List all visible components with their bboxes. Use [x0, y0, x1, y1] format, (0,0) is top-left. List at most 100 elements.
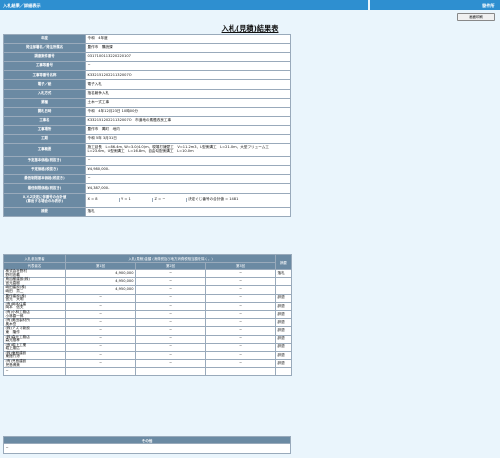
bidder-row: (株)東館建設 東館竹涼 − − − 辞退 [3, 350, 292, 361]
info-row: 入札方式 指名競争入札 [3, 88, 291, 99]
bid-remark: 辞退 [275, 359, 292, 369]
amounts-header: 入札(見積)金額 (消費税及び地方消費税相当額を除く。) [65, 254, 276, 263]
bidder-name: (株)森元工務店 森元推孝 [3, 334, 66, 344]
bid-remark: 辞退 [275, 301, 292, 311]
bid-round-2: − [135, 301, 206, 311]
bid-round-2: − [135, 359, 206, 369]
info-value: 0317100113220220107 [85, 52, 291, 63]
bid-round-1: − [65, 334, 136, 344]
info-value: 令和 5年 3月31日 [85, 134, 291, 145]
info-row: 調達案件番号 0317100113220220107 [3, 52, 291, 63]
info-row: 工事場所 豊作市 萬町 地内 [3, 124, 291, 136]
info-value: 施工延長 L=86.4m, W=3.0(4.0)m，現場打擁壁工 V=11.2m… [85, 143, 291, 158]
info-row: 工事等番号 − [3, 61, 291, 72]
other-section: その他 − [3, 436, 291, 454]
bid-remark: 辞退 [275, 350, 292, 361]
info-row: 工期 令和 5年 3月31日 [3, 134, 291, 145]
xyz-note: 決定ぐじ番号の合計値 = 1481 [188, 197, 239, 202]
round-1-header: 第1回 [65, 261, 136, 270]
bidder-header: 入札参加業者 [3, 254, 66, 263]
bid-round-3: − [205, 342, 276, 352]
top-bar-divider [368, 0, 370, 10]
bid-remark: 辞退 [275, 309, 292, 320]
info-row: 予定基本価格(税抜き) − [3, 156, 291, 167]
page-title: 入札(見積)結果表 [221, 24, 279, 33]
bid-round-1: − [65, 293, 136, 303]
info-label: 発注部署名／発注所属名 [3, 43, 86, 54]
info-value: 令和 4年度 [85, 33, 291, 45]
info-label: 最低制限基本価格(税抜き) [3, 174, 86, 185]
info-value: − [85, 156, 291, 167]
bid-round-2: − [135, 285, 206, 295]
info-value: 豊作市 萬町 地内 [85, 124, 291, 136]
round-3-header: 第3回 [205, 261, 276, 270]
bid-round-1: − [65, 301, 136, 311]
info-label: 開札日時 [3, 106, 86, 117]
bid-round-1: 4,950,000 [65, 277, 136, 287]
bidder-row: (有)奥田製材所 奥木岳 − − − 辞退 [3, 318, 292, 328]
info-label: 最低制限価格(税抜き) [3, 183, 86, 194]
bidder-name: (有)児島建設 児島博美 [3, 359, 66, 369]
info-label: 工事場所 [3, 124, 86, 136]
top-bar-right-label: 發件所 [482, 2, 495, 8]
bid-round-2 [135, 367, 206, 377]
bid-round-2: − [135, 277, 206, 287]
bid-round-3: − [205, 293, 276, 303]
bid-round-3: − [205, 285, 276, 295]
info-row: 工事概要 施工延長 L=86.4m, W=3.0(4.0)m，現場打擁壁工 V=1… [3, 143, 291, 158]
info-row-remarks: 摘要 落札 [3, 206, 291, 217]
info-label: 業種 [3, 97, 86, 108]
info-label: 工事名 [3, 115, 86, 126]
bidder-row: 株式会社野村 野村忠義 4,900,000− − 落札 [3, 268, 292, 279]
bid-remark: 辞退 [275, 293, 292, 303]
xyz-label: X,Y,Z決定に伴番号の合計値 (算出する場合のみ表示) [3, 192, 86, 208]
info-label: 工期 [3, 134, 86, 145]
bidder-row: (有)小林工務店 小林春一郎 − − − 辞退 [3, 309, 292, 320]
bid-round-3: − [205, 334, 276, 344]
info-row: 業種 土木一式工事 [3, 97, 291, 108]
print-screen-button[interactable]: 画面印刷 [457, 13, 495, 21]
xyz-values: X = 8Y = 1Z = − 決定ぐじ番号の合計値 = 1481 [85, 192, 291, 208]
bid-remark [275, 285, 292, 295]
info-label: 調達案件番号 [3, 52, 86, 63]
bidder-row: 嶋田建設(株) 嶋田 貢二 4,950,000− − [3, 285, 292, 295]
info-row-xyz: X,Y,Z決定に伴番号の合計値 (算出する場合のみ表示) X = 8Y = 1Z … [3, 192, 291, 208]
bid-round-2: − [135, 318, 206, 328]
bidder-row: (有)児島建設 児島博美 − − − 辞退 [3, 359, 292, 369]
bid-round-2: − [135, 293, 206, 303]
info-label: 年度 [3, 33, 86, 45]
bid-round-1: − [65, 359, 136, 369]
info-label: 予定基本価格(税抜き) [3, 156, 86, 167]
bidder-row: − [3, 367, 292, 377]
bid-round-1: 4,900,000 [65, 268, 136, 279]
info-row: 最低制限価格(税抜き) ¥4,387,000- [3, 183, 291, 194]
bid-round-2: − [135, 334, 206, 344]
bidder-name: − [3, 367, 66, 377]
info-row: 工事等番号名称 K33215120221132007O [3, 70, 291, 81]
info-value: 豊作市 購読課 [85, 43, 291, 54]
remarks-value: 落札 [85, 206, 291, 217]
bid-remark: 辞退 [275, 326, 292, 336]
info-value: − [85, 174, 291, 185]
bid-round-1: − [65, 326, 136, 336]
bidder-row: (株)アズマ新設 東 隆作 − − − 辞退 [3, 326, 292, 336]
bid-round-1: − [65, 309, 136, 320]
bidder-name: 嶋田建設(株) 嶋田 貢二 [3, 285, 66, 295]
info-value: K33215120221132007O [85, 70, 291, 81]
info-value: 令和 4年12月23日 10時00分 [85, 106, 291, 117]
bidder-row: (有)岡本住建 岡本 信夫 − − − 辞退 [3, 301, 292, 311]
info-row: 最低制限基本価格(税抜き) − [3, 174, 291, 185]
bid-round-1 [65, 367, 136, 377]
info-value: K33215120221132007O 市道地の素鑑改良工事 [85, 115, 291, 126]
bid-round-3: − [205, 359, 276, 369]
info-value: ¥4,387,000- [85, 183, 291, 194]
bid-round-2: − [135, 309, 206, 320]
bid-remark: 辞退 [275, 342, 292, 352]
bid-round-1: − [65, 350, 136, 361]
info-value: 指名競争入札 [85, 88, 291, 99]
bidders-table: 入札参加業者 入札(見積)金額 (消費税及び地方消費税相当額を除く。) 摘要 代… [3, 254, 292, 377]
xyz-z: Z = − [155, 197, 187, 202]
bid-round-2: − [135, 268, 206, 279]
info-value: 土木一式工事 [85, 97, 291, 108]
info-row: 電子／紙 電子入札 [3, 79, 291, 90]
